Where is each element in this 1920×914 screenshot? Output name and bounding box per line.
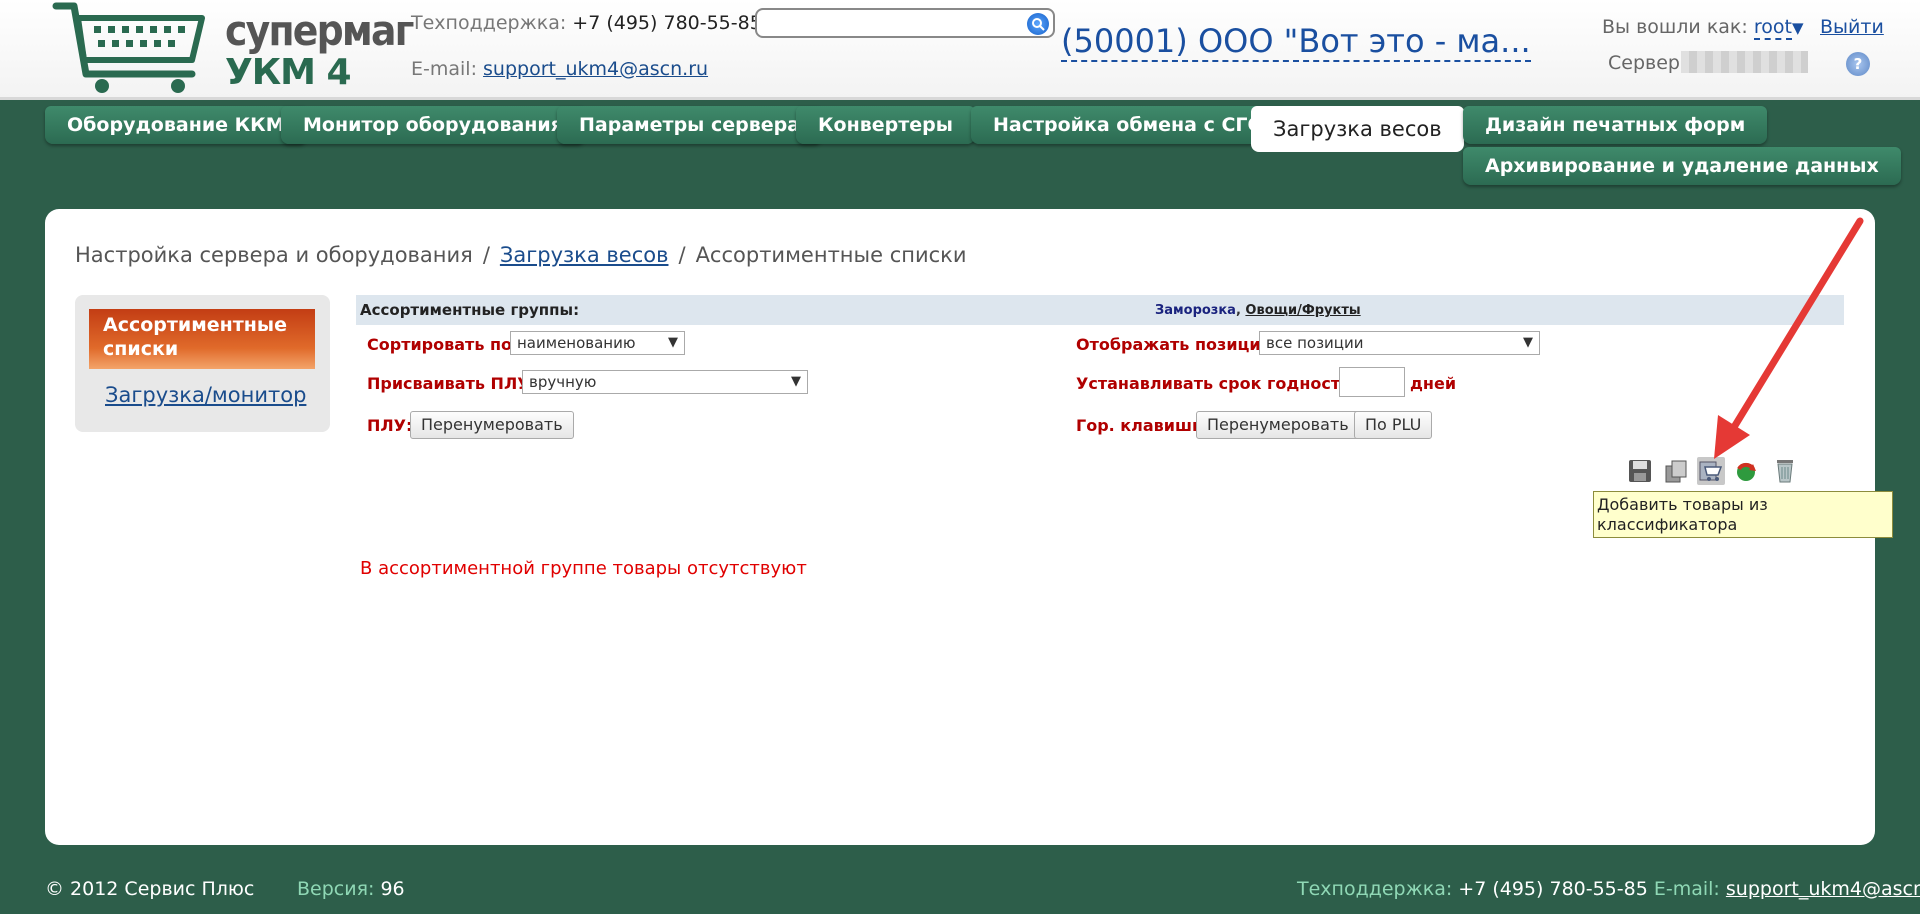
side-menu: Ассортиментные списки Загрузка/монитор [75, 295, 330, 432]
show-positions-value: все позиции [1266, 334, 1364, 352]
tab-kkm-equipment[interactable]: Оборудование ККМ [45, 106, 307, 144]
footer-email-label: E-mail: [1653, 878, 1720, 900]
copy-icon[interactable] [1662, 457, 1690, 485]
help-icon[interactable]: ? [1846, 52, 1870, 76]
tab-server-params[interactable]: Параметры сервера [557, 106, 823, 144]
hotkeys-label: Гор. клавиши: [1076, 416, 1210, 435]
footer-support-label: Техподдержка: [1297, 878, 1453, 900]
logout-link[interactable]: Выйти [1820, 16, 1884, 38]
version-number: 96 [380, 878, 405, 900]
logged-label: Вы вошли как: [1602, 16, 1748, 38]
tab-converters[interactable]: Конвертеры [796, 106, 975, 144]
chevron-down-icon[interactable]: ▼ [1792, 19, 1804, 37]
group-item-vegetables[interactable]: Овощи/Фрукты [1245, 303, 1360, 318]
breadcrumb: Настройка сервера и оборудования / Загрузк… [75, 243, 967, 267]
version-info: Версия: 96 [297, 878, 405, 900]
tab-print-forms[interactable]: Дизайн печатных форм [1463, 106, 1768, 144]
header-email: E-mail: support_ukm4@ascn.ru [411, 58, 708, 80]
groups-list: Заморозка, Овощи/Фрукты [1155, 303, 1361, 318]
logo[interactable]: супермаг УКМ 4 [52, 0, 414, 96]
footer-support: Техподдержка: +7 (495) 780-55-85 E-mail:… [1297, 878, 1920, 900]
search-button[interactable] [1027, 13, 1049, 35]
user-menu[interactable]: root [1753, 16, 1792, 40]
tab-equipment-monitor[interactable]: Монитор оборудования [281, 106, 585, 144]
show-positions-select[interactable]: все позиции ▼ [1259, 331, 1540, 355]
tab-scales-loading[interactable]: Загрузка весов [1251, 106, 1464, 152]
shelf-life-input[interactable] [1339, 367, 1405, 397]
breadcrumb-sep: / [678, 243, 686, 267]
support-label: Техподдержка: [411, 12, 567, 34]
server-value-redacted [1681, 51, 1808, 73]
groups-title: Ассортиментные группы: [360, 301, 580, 319]
empty-message: В ассортиментной группе товары отсутству… [360, 558, 807, 579]
header: супермаг УКМ 4 Техподдержка: +7 (495) 78… [0, 0, 1920, 100]
side-item-assortment-lists[interactable]: Ассортиментные списки [89, 309, 315, 369]
breadcrumb-current: Ассортиментные списки [695, 243, 967, 267]
assortment-groups-bar: Ассортиментные группы: Заморозка, Овощи/… [356, 295, 1844, 325]
cart-logo-icon [52, 2, 205, 93]
dropdown-arrow-icon: ▼ [668, 335, 678, 350]
group-item-frozen[interactable]: Заморозка [1155, 303, 1236, 318]
footer-support-phone: +7 (495) 780-55-85 [1458, 878, 1648, 900]
sort-label: Сортировать по: [367, 335, 519, 354]
breadcrumb-root: Настройка сервера и оборудования [75, 243, 473, 267]
hotkeys-by-plu-button[interactable]: По PLU [1354, 411, 1433, 439]
tab-archiving[interactable]: Архивирование и удаление данных [1463, 147, 1901, 185]
email-link[interactable]: support_ukm4@ascn.ru [483, 58, 708, 80]
hotkeys-renumber-button[interactable]: Перенумеровать [1196, 411, 1360, 439]
show-positions-label: Отображать позиции: [1076, 335, 1279, 354]
logo-title: супермаг [225, 6, 414, 55]
search-input[interactable] [755, 8, 1055, 38]
breadcrumb-sep: / [482, 243, 490, 267]
breadcrumb-link[interactable]: Загрузка весов [500, 243, 669, 267]
copyright: © 2012 Сервис Плюс [45, 878, 255, 900]
plu-renumber-button[interactable]: Перенумеровать [410, 411, 574, 439]
save-icon[interactable] [1626, 457, 1654, 485]
plu-label: ПЛУ: [367, 416, 413, 435]
header-support: Техподдержка: +7 (495) 780-55-85 [411, 12, 762, 34]
support-phone: +7 (495) 780-55-85 [572, 12, 762, 34]
tab-sgo-exchange[interactable]: Настройка обмена с СГО [971, 106, 1286, 144]
server-label: Сервер: [1608, 52, 1687, 74]
dropdown-arrow-icon: ▼ [1523, 335, 1533, 350]
email-label: E-mail: [411, 58, 477, 80]
organization-selector[interactable]: (50001) ООО "Вот это - ма... [1061, 22, 1531, 62]
tooltip: Добавить товары из классификатора [1593, 491, 1893, 538]
sort-value: наименованию [517, 334, 636, 352]
sort-select[interactable]: наименованию ▼ [510, 331, 685, 355]
plu-assign-value: вручную [529, 373, 597, 391]
plu-assign-label: Присваивать ПЛУ: [367, 374, 536, 393]
logged-in-info: Вы вошли как: root▼ [1602, 16, 1804, 40]
shelf-life-label: Устанавливать срок годности в [1076, 374, 1368, 393]
dropdown-arrow-icon: ▼ [791, 374, 801, 389]
days-label: дней [1410, 374, 1457, 393]
logo-subtitle: УКМ 4 [225, 52, 352, 93]
search-icon [1032, 18, 1045, 31]
annotation-arrow-icon [1714, 217, 1864, 459]
version-label: Версия: [297, 878, 375, 900]
side-item-load-monitor[interactable]: Загрузка/монитор [105, 383, 306, 407]
groups-separator: , [1235, 303, 1246, 318]
footer-email-link[interactable]: support_ukm4@ascn.ru [1726, 878, 1920, 900]
plu-assign-select[interactable]: вручную ▼ [522, 370, 808, 394]
